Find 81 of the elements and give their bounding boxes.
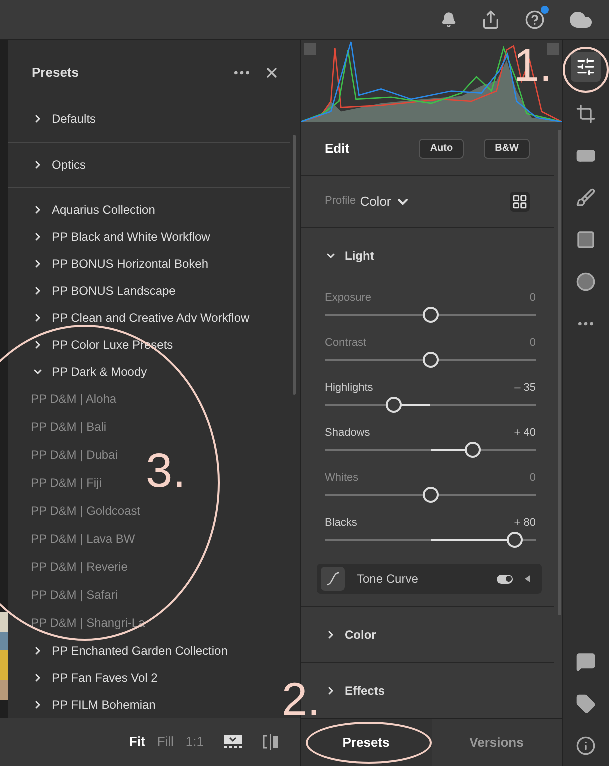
preset-group[interactable]: PP BONUS Horizontal Bokeh (8, 250, 209, 277)
profile-browser-icon[interactable] (510, 192, 530, 212)
preset-item[interactable]: PP D&M | Lava BW (8, 525, 136, 553)
edit-button[interactable]: Auto (419, 138, 464, 159)
slider-thumb[interactable] (506, 532, 523, 548)
preset-group[interactable]: PP Dark & Moody (8, 358, 148, 385)
slider-label: Contrast (325, 336, 367, 352)
preset-group[interactable]: Aquarius Collection (8, 196, 156, 223)
slider-thumb[interactable] (422, 487, 438, 504)
slider-value: 0 (530, 291, 536, 306)
preset-group[interactable]: PP BONUS Landscape (8, 277, 176, 304)
profile-value[interactable]: Color (360, 192, 392, 212)
slider-thumb[interactable] (386, 397, 402, 414)
panel-title: Presets (32, 64, 80, 82)
clipping-toggle[interactable] (547, 43, 559, 55)
slider-thumb[interactable] (422, 352, 438, 368)
slider-track[interactable] (325, 442, 536, 458)
tone-curve-label: Tone Curve (357, 571, 420, 588)
sliders-icon (576, 57, 596, 77)
slider-label: Blacks (325, 516, 358, 532)
slider-value: 0 (530, 336, 536, 352)
clipping-toggle[interactable] (304, 43, 316, 55)
edit-tool[interactable] (571, 52, 601, 82)
profile-label: Profile (325, 194, 356, 210)
panel-tab[interactable]: Versions (432, 719, 562, 766)
curve-icon (321, 567, 345, 592)
slider-label: Highlights (325, 381, 374, 396)
slider-value: + 40 (514, 426, 536, 442)
section-header[interactable]: Effects (325, 682, 386, 700)
preset-item[interactable]: PP D&M | Dubai (8, 441, 118, 469)
slider-track[interactable] (325, 307, 536, 324)
share-icon[interactable] (481, 10, 501, 30)
preset-section[interactable]: Optics (8, 156, 86, 174)
comment-icon[interactable] (576, 652, 596, 672)
slider-thumb[interactable] (422, 307, 438, 324)
preset-item[interactable]: PP D&M | Shangri-La (8, 609, 146, 637)
preset-item[interactable]: PP D&M | Safari (8, 581, 118, 609)
compare-icon[interactable] (262, 733, 280, 751)
preset-item[interactable]: PP D&M | Fiji (8, 469, 102, 497)
panel-title: Edit (325, 140, 351, 158)
edit-button[interactable]: B&W (484, 138, 530, 159)
annotation-number: 1. (514, 42, 552, 88)
preset-group[interactable]: PP Black and White Workflow (8, 223, 210, 250)
help-icon[interactable] (525, 10, 545, 30)
tone-curve-row[interactable]: Tone Curve (317, 564, 542, 594)
slider-value: + 80 (514, 516, 536, 532)
slider-label: Shadows (325, 426, 370, 442)
slider-track[interactable] (325, 352, 536, 368)
section-header[interactable]: Light (325, 228, 374, 284)
slider-thumb[interactable] (464, 442, 481, 458)
preset-group[interactable]: PP Fan Faves Vol 2 (8, 664, 158, 691)
toggle-switch[interactable] (497, 574, 513, 584)
section-header[interactable]: Color (325, 626, 376, 644)
slider-value: – 35 (514, 381, 536, 396)
slider-track[interactable] (325, 397, 536, 414)
bell-icon[interactable] (441, 12, 457, 28)
preset-group[interactable]: PP Enchanted Garden Collection (8, 637, 228, 664)
slider-label: Exposure (325, 291, 372, 306)
panel-tab[interactable]: Presets (301, 719, 432, 766)
annotation-number: 2. (282, 676, 320, 722)
preset-item[interactable]: PP D&M | Goldcoast (8, 497, 141, 525)
filmstrip-icon[interactable] (224, 735, 242, 749)
annotation-number: 3. (146, 448, 186, 496)
radial-icon[interactable] (576, 272, 596, 292)
preset-section[interactable]: Defaults (8, 110, 96, 128)
preset-item[interactable]: PP D&M | Reverie (8, 553, 128, 581)
slider-label: Whites (325, 471, 359, 486)
crop-icon[interactable] (576, 104, 596, 124)
preset-group[interactable]: PP FILM Bohemian (8, 691, 156, 718)
preset-item[interactable]: PP D&M | Bali (8, 413, 107, 441)
slider-track[interactable] (325, 487, 536, 504)
brush-icon[interactable] (576, 188, 596, 208)
slider-track[interactable] (325, 532, 536, 548)
preset-group[interactable]: PP Clean and Creative Adv Workflow (8, 304, 250, 331)
tag-icon[interactable] (576, 694, 596, 714)
info-icon[interactable] (576, 736, 596, 756)
zoom-option[interactable]: Fit (129, 732, 146, 752)
preset-item[interactable]: PP D&M | Aloha (8, 385, 117, 413)
caret-icon[interactable] (525, 575, 530, 584)
gradient-icon[interactable] (576, 230, 596, 250)
slider-value: 0 (530, 471, 536, 486)
